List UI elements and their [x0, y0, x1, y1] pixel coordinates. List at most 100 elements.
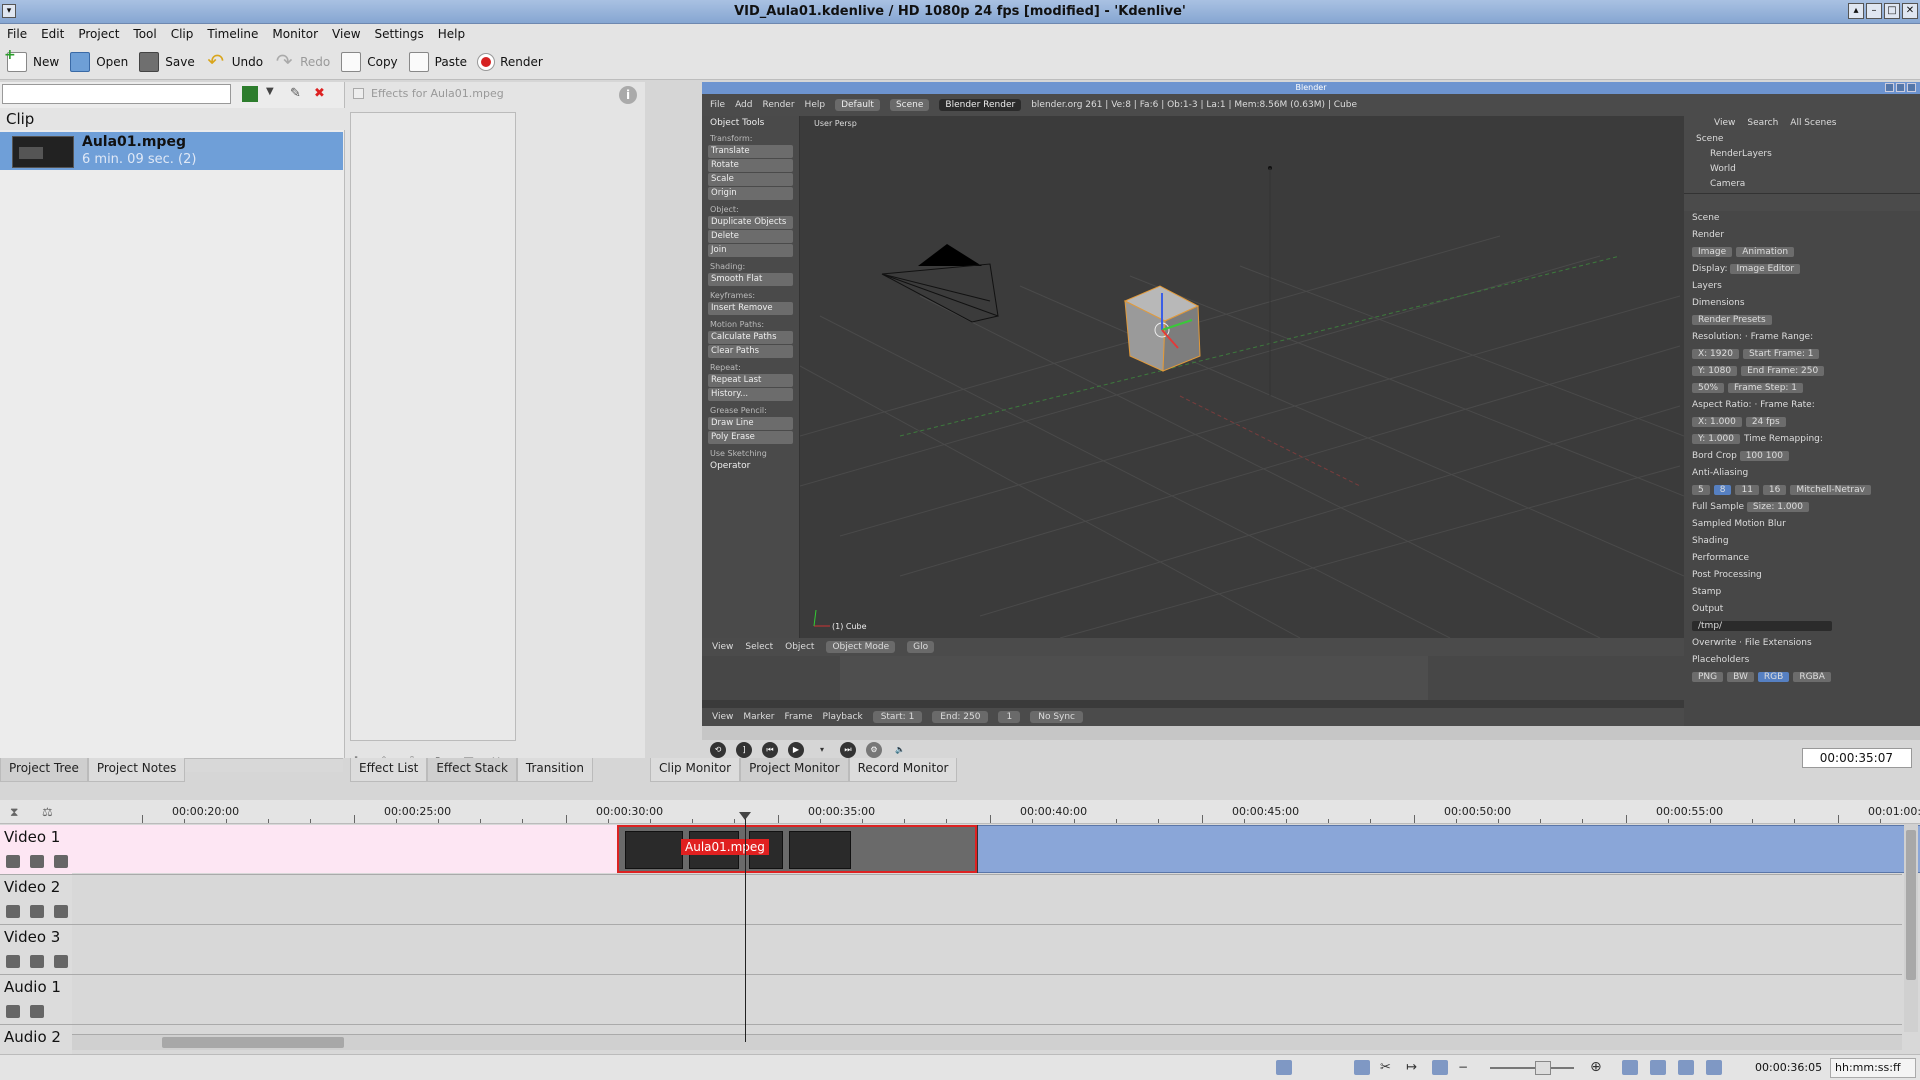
- guides-icon[interactable]: ⚖: [42, 805, 53, 819]
- track-header[interactable]: Audio 1: [0, 975, 72, 1025]
- timeline-clip-selected[interactable]: Aula01.mpeg: [617, 825, 977, 873]
- bl-remap: 100 100: [1739, 451, 1789, 461]
- play-options-chevron-icon[interactable]: ▾: [814, 742, 830, 758]
- play-icon[interactable]: ▶: [788, 742, 804, 758]
- menu-help[interactable]: Help: [431, 27, 472, 41]
- render-button[interactable]: Render: [475, 47, 551, 77]
- window-up-icon[interactable]: ▴: [1848, 3, 1864, 19]
- zone-icon[interactable]: ⧗: [10, 805, 18, 820]
- lock-icon[interactable]: [6, 955, 20, 968]
- zoom-slider-track[interactable]: [1490, 1067, 1574, 1069]
- playhead-marker[interactable]: [739, 812, 751, 820]
- ripple-icon[interactable]: [1706, 1060, 1722, 1075]
- menu-settings[interactable]: Settings: [368, 27, 431, 41]
- mute-icon[interactable]: [30, 955, 44, 968]
- show-thumbnails-icon[interactable]: [1650, 1060, 1666, 1075]
- window-maximize-icon[interactable]: □: [1884, 3, 1900, 19]
- tab-record-monitor[interactable]: Record Monitor: [848, 758, 958, 782]
- menu-timeline[interactable]: Timeline: [200, 27, 265, 41]
- timeline-horizontal-scrollbar[interactable]: [72, 1034, 1902, 1050]
- audio-thumbnails-icon[interactable]: [1302, 1060, 1318, 1075]
- tab-transition[interactable]: Transition: [516, 758, 593, 782]
- lock-icon[interactable]: [6, 855, 20, 868]
- window-minimize-icon[interactable]: –: [1866, 3, 1882, 19]
- effect-list-area[interactable]: [350, 112, 516, 741]
- copy-button[interactable]: Copy: [338, 47, 405, 77]
- menu-clip[interactable]: Clip: [164, 27, 201, 41]
- tab-effect-stack[interactable]: Effect Stack: [427, 758, 517, 782]
- zoom-in-icon[interactable]: ⊕: [1590, 1059, 1602, 1075]
- track-row[interactable]: Aula01.mpeg: [72, 825, 1920, 875]
- edit-clip-icon[interactable]: ✎: [290, 86, 306, 102]
- scrollbar-thumb[interactable]: [162, 1037, 344, 1048]
- window-close-icon[interactable]: ✕: [1902, 3, 1918, 19]
- lock-icon[interactable]: [6, 1005, 20, 1018]
- menu-project[interactable]: Project: [71, 27, 126, 41]
- time-format-select[interactable]: hh:mm:ss:ff: [1830, 1058, 1916, 1078]
- timeline-tick-mark: [142, 815, 143, 823]
- lock-icon[interactable]: [6, 905, 20, 918]
- spacer-tool-icon[interactable]: ↦: [1406, 1060, 1422, 1075]
- info-icon[interactable]: i: [619, 86, 637, 104]
- tab-effect-list[interactable]: Effect List: [350, 758, 428, 782]
- open-button[interactable]: Open: [67, 47, 136, 77]
- track-row[interactable]: [72, 875, 1902, 925]
- zoom-out-icon[interactable]: −: [1458, 1060, 1474, 1075]
- mute-icon[interactable]: [30, 855, 44, 868]
- snap-icon[interactable]: [1678, 1060, 1694, 1075]
- timeline-clip-blue[interactable]: [977, 825, 1920, 873]
- track-header[interactable]: Video 2: [0, 875, 72, 925]
- delete-clip-icon[interactable]: ✖: [314, 86, 330, 102]
- save-button[interactable]: Save: [136, 47, 202, 77]
- loop-zone-icon[interactable]: ⟲: [710, 742, 726, 758]
- fit-zoom-icon[interactable]: [1432, 1060, 1448, 1075]
- clip-column-header[interactable]: Clip: [0, 108, 345, 130]
- monitor-timecode-field[interactable]: 00:00:35:07: [1802, 748, 1912, 768]
- new-button[interactable]: New: [4, 47, 67, 77]
- track-empty-area[interactable]: [72, 825, 617, 873]
- forward-icon[interactable]: ⏭: [840, 742, 856, 758]
- rewind-icon[interactable]: ⏮: [762, 742, 778, 758]
- menu-edit[interactable]: Edit: [34, 27, 71, 41]
- volume-icon[interactable]: 🔈: [892, 742, 908, 758]
- scrollbar-thumb[interactable]: [1906, 830, 1916, 980]
- zoom-slider-handle[interactable]: [1535, 1061, 1551, 1075]
- track-header[interactable]: Video 3: [0, 925, 72, 975]
- add-clip-icon[interactable]: [242, 86, 258, 102]
- chevron-down-icon[interactable]: ▼: [266, 86, 282, 102]
- timeline-tick-mark: [1668, 819, 1669, 823]
- tab-clip-monitor[interactable]: Clip Monitor: [650, 758, 741, 782]
- video-toggle-icon[interactable]: [54, 855, 68, 868]
- track-row[interactable]: [72, 925, 1902, 975]
- tab-project-notes[interactable]: Project Notes: [87, 758, 186, 782]
- video-toggle-icon[interactable]: [54, 955, 68, 968]
- menu-tool[interactable]: Tool: [126, 27, 163, 41]
- menu-view[interactable]: View: [325, 27, 367, 41]
- split-audio-icon[interactable]: [1622, 1060, 1638, 1075]
- menu-file[interactable]: File: [0, 27, 34, 41]
- monitor-settings-icon[interactable]: ⚙: [866, 742, 882, 758]
- menu-monitor[interactable]: Monitor: [265, 27, 325, 41]
- video-toggle-icon[interactable]: [54, 905, 68, 918]
- timeline-ruler[interactable]: 00:00:20:00 00:00:25:00 00:00:30:00 00:00:3…: [72, 800, 1920, 824]
- undo-button[interactable]: ↶ Undo: [203, 47, 271, 77]
- timeline-corner: ⧗ ⚖: [0, 800, 72, 824]
- razor-tool-icon[interactable]: ✂: [1380, 1060, 1396, 1075]
- show-markers-icon[interactable]: [1328, 1060, 1344, 1075]
- tab-project-monitor[interactable]: Project Monitor: [740, 758, 849, 782]
- timeline-playhead[interactable]: [745, 812, 746, 1042]
- effects-enable-checkbox[interactable]: [353, 88, 364, 99]
- project-search-input[interactable]: [2, 84, 231, 104]
- paste-button[interactable]: Paste: [406, 47, 475, 77]
- timeline-vertical-scrollbar[interactable]: [1904, 824, 1918, 1032]
- redo-button[interactable]: ↷ Redo: [271, 47, 338, 77]
- selection-tool-icon[interactable]: [1354, 1060, 1370, 1075]
- track-row[interactable]: [72, 975, 1902, 1025]
- track-header[interactable]: Video 1: [0, 825, 72, 875]
- video-thumbnails-icon[interactable]: [1276, 1060, 1292, 1075]
- tab-project-tree[interactable]: Project Tree: [0, 758, 88, 782]
- set-zone-icon[interactable]: ]: [736, 742, 752, 758]
- mute-icon[interactable]: [30, 905, 44, 918]
- project-clip-item[interactable]: Aula01.mpeg 6 min. 09 sec. (2): [0, 132, 343, 170]
- mute-icon[interactable]: [30, 1005, 44, 1018]
